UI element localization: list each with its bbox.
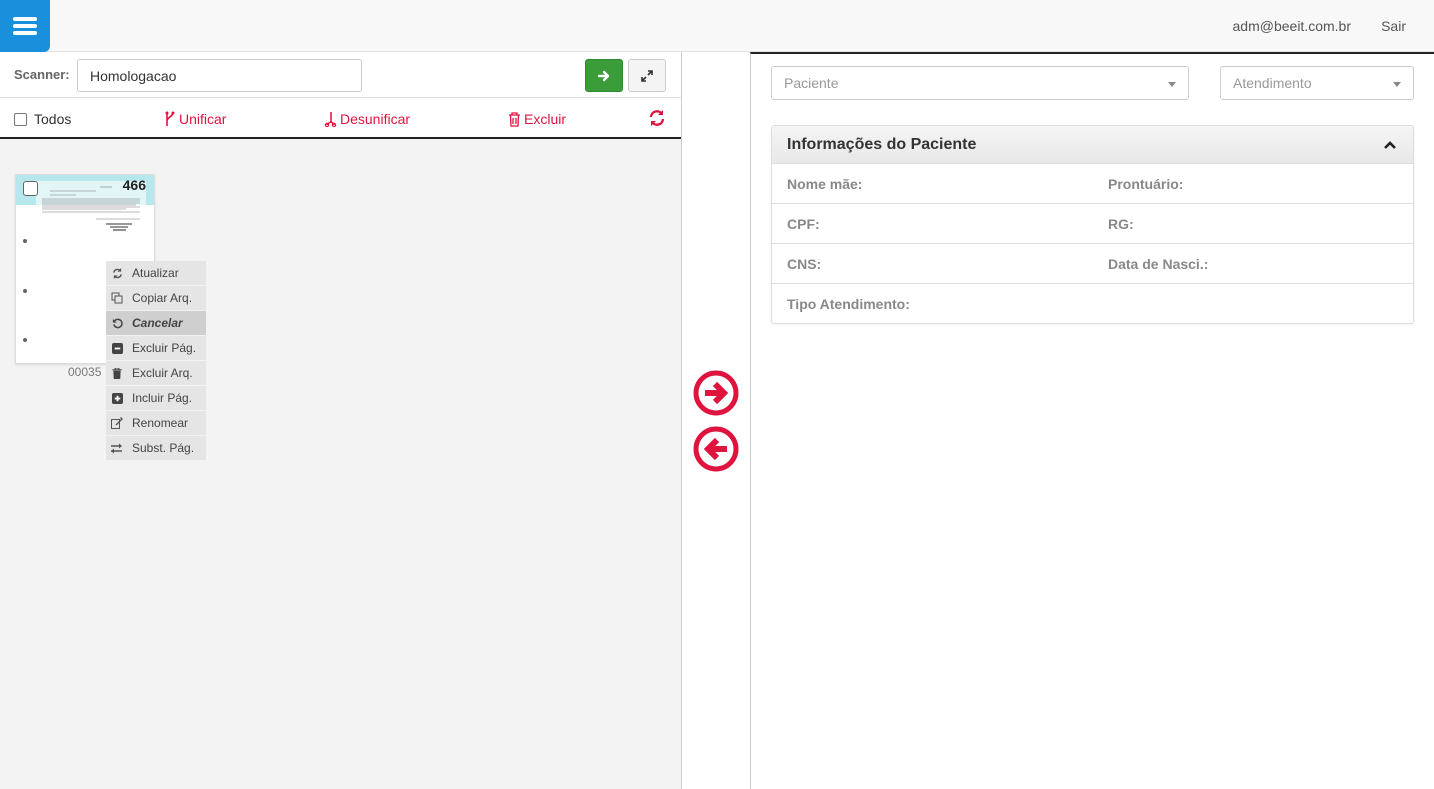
info-row: CNS: Data de Nasci.: [772, 244, 1413, 284]
paciente-select[interactable]: Paciente [771, 66, 1189, 100]
edit-icon [111, 417, 123, 429]
nome-mae-label: Nome mãe: [787, 176, 863, 192]
menu-item-label: Incluir Pág. [132, 391, 193, 405]
scanner-go-button[interactable] [585, 59, 623, 92]
info-row: Tipo Atendimento: [772, 284, 1413, 324]
desunificar-button[interactable]: Desunificar [324, 111, 410, 127]
expand-icon [641, 69, 653, 82]
documents-panel: Scanner: Todos Unificar [0, 52, 682, 789]
menu-item-copiar-arq[interactable]: Copiar Arq. [106, 286, 206, 311]
page-count-badge: 466 [122, 177, 146, 193]
move-right-button[interactable] [692, 369, 740, 417]
merge-icon [165, 111, 175, 126]
plus-square-icon [111, 392, 123, 404]
menu-item-atualizar[interactable]: Atualizar [106, 261, 206, 286]
menu-item-label: Subst. Pág. [132, 441, 195, 455]
exchange-icon [111, 442, 123, 454]
cns-label: CNS: [787, 256, 822, 272]
paciente-placeholder: Paciente [784, 75, 839, 91]
caret-down-icon [1393, 82, 1401, 87]
thumbnail-caption: 00035 [68, 365, 102, 379]
list-bullet [23, 289, 27, 293]
select-all-checkbox[interactable]: Todos [14, 111, 71, 127]
scanner-input[interactable] [77, 59, 362, 92]
desunificar-label: Desunificar [340, 111, 411, 127]
menu-item-cancelar[interactable]: Cancelar [106, 311, 206, 336]
refresh-icon [111, 267, 123, 279]
minus-square-icon [111, 342, 123, 354]
chevron-up-icon[interactable] [1383, 138, 1397, 156]
select-all-label: Todos [34, 111, 72, 127]
cpf-label: CPF: [787, 216, 820, 232]
data-nasc-label: Data de Nasci.: [1108, 256, 1209, 272]
menu-item-label: Excluir Arq. [132, 366, 193, 380]
menu-item-label: Excluir Pág. [132, 341, 197, 355]
trash-icon [509, 111, 520, 127]
trash-icon [111, 367, 123, 379]
menu-item-label: Cancelar [132, 316, 183, 330]
split-icon [324, 112, 337, 127]
bulk-actions-row: Todos Unificar Desunificar Excluir [0, 98, 681, 139]
tipo-atendimento-label: Tipo Atendimento: [787, 296, 910, 312]
expand-button[interactable] [628, 59, 666, 92]
undo-icon [111, 317, 123, 329]
menu-item-excluir-pag[interactable]: Excluir Pág. [106, 336, 206, 361]
patient-panel: Paciente Atendimento Informações do Paci… [750, 52, 1434, 789]
atendimento-placeholder: Atendimento [1233, 75, 1312, 91]
circle-arrow-left-icon [693, 426, 739, 472]
unificar-button[interactable]: Unificar [164, 111, 226, 127]
info-row: CPF: RG: [772, 204, 1413, 244]
patient-info-header[interactable]: Informações do Paciente [772, 126, 1413, 164]
list-bullet [23, 239, 27, 243]
prontuario-label: Prontuário: [1108, 176, 1184, 192]
top-bar: adm@beeit.com.br Sair [0, 0, 1434, 52]
atendimento-select[interactable]: Atendimento [1220, 66, 1414, 100]
excluir-button[interactable]: Excluir [508, 111, 566, 127]
info-row: Nome mãe: Prontuário: [772, 164, 1413, 204]
circle-arrow-right-icon [693, 370, 739, 416]
logout-link[interactable]: Sair [1381, 18, 1406, 34]
context-menu: Atualizar Copiar Arq. Cancelar Excluir P… [106, 261, 206, 461]
arrow-right-icon [597, 70, 610, 81]
refresh-icon [649, 110, 665, 126]
caret-down-icon [1168, 82, 1176, 87]
refresh-button[interactable] [648, 109, 666, 130]
menu-item-incluir-pag[interactable]: Incluir Pág. [106, 386, 206, 411]
unificar-label: Unificar [179, 111, 227, 127]
scanner-label: Scanner: [14, 67, 70, 82]
rg-label: RG: [1108, 216, 1134, 232]
hamburger-menu-button[interactable] [0, 0, 50, 52]
scanner-row: Scanner: [0, 52, 681, 98]
transfer-column [682, 52, 750, 789]
move-left-button[interactable] [692, 425, 740, 473]
patient-info-panel: Informações do Paciente Nome mãe: Prontu… [771, 125, 1414, 324]
hamburger-icon [13, 14, 37, 38]
menu-item-excluir-arq[interactable]: Excluir Arq. [106, 361, 206, 386]
menu-item-label: Renomear [132, 416, 189, 430]
list-bullet [23, 338, 27, 342]
copy-icon [111, 292, 123, 304]
patient-info-title: Informações do Paciente [787, 135, 977, 153]
checkbox-icon [14, 112, 27, 126]
user-email: adm@beeit.com.br [1232, 18, 1351, 34]
menu-item-renomear[interactable]: Renomear [106, 411, 206, 436]
thumbnail-checkbox[interactable] [23, 181, 38, 196]
excluir-label: Excluir [524, 111, 567, 127]
menu-item-label: Atualizar [132, 266, 179, 280]
menu-item-subst-pag[interactable]: Subst. Pág. [106, 436, 206, 461]
menu-item-label: Copiar Arq. [132, 291, 193, 305]
